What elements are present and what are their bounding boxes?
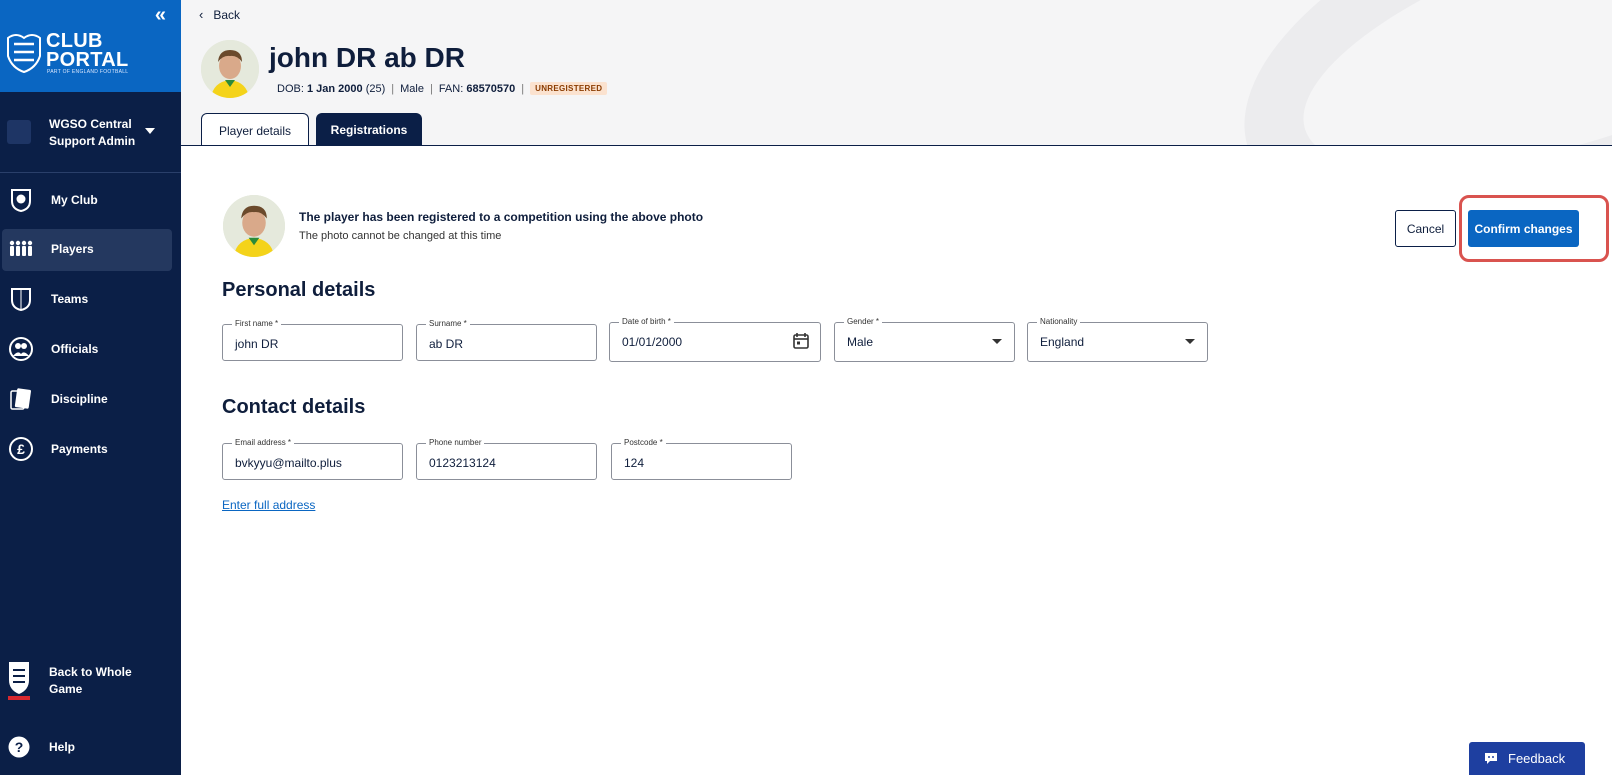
pound-icon: £ [9,437,33,461]
status-badge: UNREGISTERED [530,82,608,95]
sidebar-item-officials[interactable]: Officials [2,329,172,371]
help-icon: ? [8,736,30,758]
contact-details-heading: Contact details [222,396,366,418]
surname-field[interactable]: Surname * ab DR [416,319,597,361]
header-background-shape [1198,0,1612,145]
sidebar-brand: « CLUB PORTAL PART OF ENGLAND FOOTBALL [0,0,181,92]
player-meta: DOB: 1 Jan 2000 (25) | Male | FAN: 68570570 |… [277,82,608,95]
feedback-icon [1485,753,1497,764]
player-name: john DR ab DR [269,42,465,73]
photo-notice-subtitle: The photo cannot be changed at this time [299,230,502,242]
shield-icon [11,288,31,312]
confirm-changes-button[interactable]: Confirm changes [1468,210,1579,247]
club-crest-icon [11,189,31,213]
sidebar: « CLUB PORTAL PART OF ENGLAND FOOTBALL W… [0,0,181,775]
players-icon [9,240,33,256]
personal-details-heading: Personal details [222,279,376,301]
logo-subtitle: PART OF ENGLAND FOOTBALL [47,69,129,75]
gender-value: Male [400,83,424,95]
back-to-whole-game-label: Back to Whole Game [49,665,132,696]
player-photo [223,195,285,257]
sidebar-item-teams[interactable]: Teams [2,279,172,321]
sidebar-divider [0,172,181,173]
date-of-birth-field[interactable]: Date of birth * 01/01/2000 [609,317,821,362]
player-avatar [201,40,259,98]
dob-value: 1 Jan 2000 [306,83,363,95]
phone-field[interactable]: Phone number 0123213124 [416,438,597,480]
nationality-select[interactable]: Nationality England [1027,317,1208,362]
sidebar-item-players[interactable]: Players [2,229,172,271]
card-icon [10,388,31,410]
logo-wordmark: CLUB PORTAL [46,30,129,71]
player-details-form: The player has been registered to a comp… [181,147,1612,775]
officials-icon [9,337,33,361]
enter-full-address-link[interactable]: Enter full address [222,498,315,512]
first-name-field[interactable]: First name * john DR [222,319,403,361]
player-header: ‹ Back john DR ab DR DOB: 1 Jan 2000 (25)… [181,0,1612,146]
back-link[interactable]: ‹ Back [199,7,240,22]
sidebar-item-my-club[interactable]: My Club [2,180,172,222]
help-label: Help [49,740,76,754]
chevron-left-icon: ‹ [199,7,204,22]
sidebar-item-discipline[interactable]: Discipline [2,379,172,421]
tab-registrations[interactable]: Registrations [316,113,422,145]
tab-player-details[interactable]: Player details [201,113,309,145]
caret-down-icon [145,128,155,134]
svg-text:?: ? [15,739,24,755]
lions-crest-icon [7,34,41,74]
gender-select[interactable]: Gender * Male [834,317,1015,362]
account-switcher[interactable]: WGSO Central Support Admin [0,110,181,160]
caret-down-icon [992,339,1002,344]
back-to-whole-game-link[interactable]: Back to Whole Game [0,656,181,706]
account-name: WGSO Central Support Admin [49,117,136,148]
fan-value: 68570570 [466,83,516,95]
cancel-button[interactable]: Cancel [1395,210,1456,247]
england-crest-icon [8,662,30,700]
sidebar-item-payments[interactable]: £ Payments [2,429,172,471]
email-field[interactable]: Email address * bvkyyu@mailto.plus [222,438,403,480]
photo-notice-title: The player has been registered to a comp… [299,210,704,224]
calendar-icon[interactable] [792,332,810,350]
account-avatar [7,120,31,144]
postcode-field[interactable]: Postcode * 124 [611,438,792,480]
help-link[interactable]: ? Help [0,734,181,764]
collapse-sidebar-icon[interactable]: « [155,4,166,27]
feedback-button[interactable]: Feedback [1469,742,1585,775]
svg-text:£: £ [17,441,25,457]
caret-down-icon [1185,339,1195,344]
